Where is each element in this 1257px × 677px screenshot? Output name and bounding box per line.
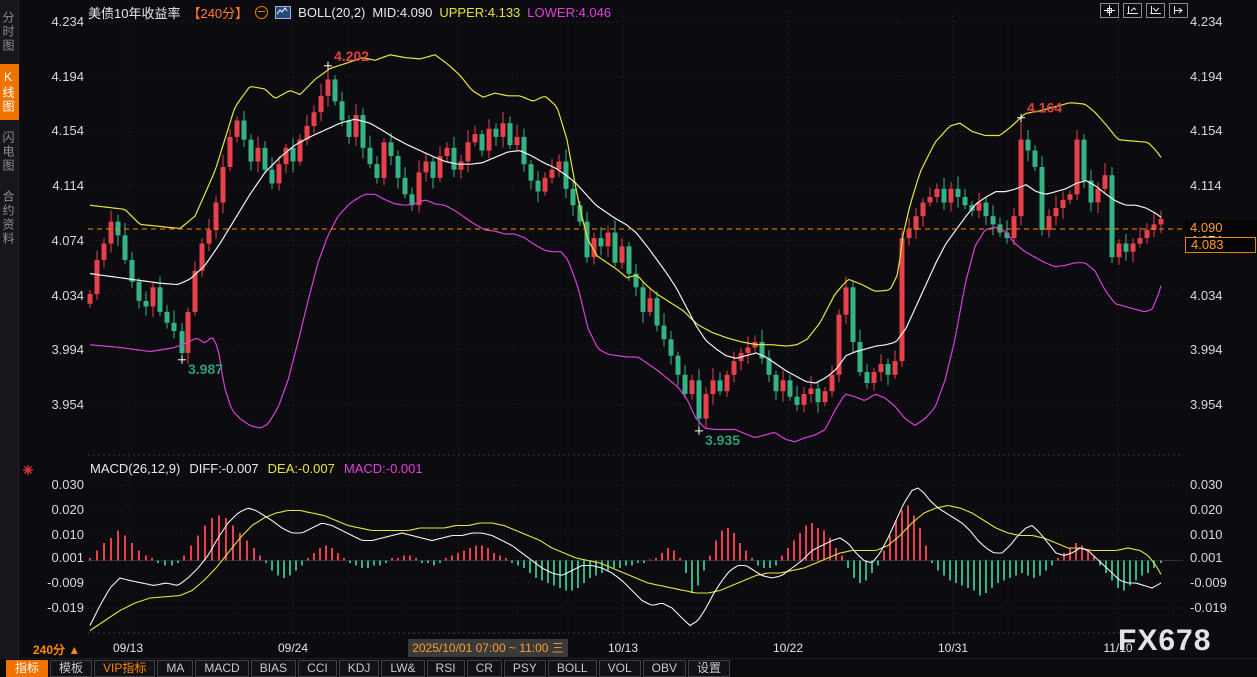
extreme-marker: 3.987: [178, 356, 223, 377]
macd-axis-label: -0.019: [1190, 601, 1250, 615]
macd-axis-label: 0.010: [1190, 528, 1250, 542]
price-axis-label: 4.034: [40, 289, 84, 303]
price-axis-label: 4.074: [40, 234, 84, 248]
toolbar-button-MACD[interactable]: MACD: [195, 660, 248, 677]
indicator-toolbar: 指标模板VIP指标MAMACDBIASCCIKDJLW&RSICRPSYBOLL…: [0, 658, 1257, 677]
period-label[interactable]: 【240分】: [187, 3, 248, 22]
instrument-title: 美债10年收益率: [88, 3, 180, 22]
toolbar-button-BOLL[interactable]: BOLL: [548, 660, 597, 677]
svg-text:4.164: 4.164: [1027, 100, 1062, 116]
macd-axis-label: 0.010: [40, 528, 84, 542]
price-axis-label: 4.234: [40, 15, 84, 29]
price-axis-label: 3.954: [1190, 398, 1250, 412]
toolbar-button-设置[interactable]: 设置: [688, 660, 730, 677]
date-label: 10/22: [773, 641, 803, 655]
toolbar-button-RSI[interactable]: RSI: [427, 660, 465, 677]
price-axis-label: 4.234: [1190, 15, 1250, 29]
axis-fit-right-icon[interactable]: [1146, 3, 1165, 18]
timeframe-label[interactable]: 240分 ▲: [33, 641, 80, 658]
toolbar-button-模板[interactable]: 模板: [50, 660, 92, 677]
macd-macd-value: MACD:-0.001: [344, 461, 423, 476]
toolbar-button-BIAS[interactable]: BIAS: [251, 660, 296, 677]
toolbar-button-VIP指标[interactable]: VIP指标: [94, 660, 155, 677]
quote-price-box: 4.083: [1185, 237, 1256, 253]
axis-fit-left-icon[interactable]: [1123, 3, 1142, 18]
toolbar-button-VOL[interactable]: VOL: [599, 660, 641, 677]
macd-axis-label: 0.001: [40, 551, 84, 565]
last-price-label: 4.090: [1185, 220, 1257, 236]
date-label: 09/13: [113, 641, 143, 655]
toolbar-button-OBV[interactable]: OBV: [643, 660, 686, 677]
date-label: 10/31: [938, 641, 968, 655]
date-label: 11/10: [1103, 641, 1132, 655]
chart-canvas[interactable]: 3.987 4.202 3.935 4.164: [0, 0, 1257, 677]
svg-text:3.987: 3.987: [188, 361, 223, 377]
svg-text:3.935: 3.935: [705, 432, 740, 448]
macd-axis-label: 0.001: [1190, 551, 1250, 565]
toolbar-button-指标[interactable]: 指标: [6, 660, 48, 677]
macd-diff-value: DIFF:-0.007: [189, 461, 258, 476]
chart-header: 美债10年收益率 【240分】 BOLL(20,2) MID:4.090 UPP…: [88, 4, 611, 20]
indicator-star-icon[interactable]: [22, 463, 34, 481]
boll-upper-value: UPPER:4.133: [439, 5, 520, 20]
sidebar-tab-0[interactable]: 分时图: [0, 5, 19, 59]
toolbar-button-CR[interactable]: CR: [467, 660, 502, 677]
price-axis-label: 3.994: [1190, 343, 1250, 357]
price-axis-label: 4.154: [40, 124, 84, 138]
crosshair-icon[interactable]: [1100, 3, 1119, 18]
boll-mid-value: MID:4.090: [372, 5, 432, 20]
price-axis-label: 4.194: [1190, 70, 1250, 84]
sidebar-tab-2[interactable]: 闪电图: [0, 125, 19, 179]
price-axis-label: 4.194: [40, 70, 84, 84]
price-axis-label: 4.114: [1190, 179, 1250, 193]
sidebar-tab-1[interactable]: K线图: [0, 64, 19, 120]
macd-axis-label: 0.030: [1190, 478, 1250, 492]
svg-text:4.202: 4.202: [334, 48, 369, 64]
macd-axis-label: -0.009: [1190, 576, 1250, 590]
macd-axis-label: 0.030: [40, 478, 84, 492]
macd-label: MACD(26,12,9): [90, 461, 180, 476]
settings-circle-icon[interactable]: [255, 6, 268, 19]
macd-axis-label: 0.020: [1190, 503, 1250, 517]
macd-axis-label: -0.019: [40, 601, 84, 615]
extreme-marker: 4.164: [1017, 100, 1062, 122]
price-axis-label: 4.114: [40, 179, 84, 193]
macd-dea-value: DEA:-0.007: [268, 461, 335, 476]
boll-label: BOLL(20,2): [298, 5, 365, 20]
toolbar-button-CCI[interactable]: CCI: [298, 660, 337, 677]
toolbar-button-MA[interactable]: MA: [157, 660, 193, 677]
toolbar-button-LW&[interactable]: LW&: [381, 660, 424, 677]
price-axis-label: 3.954: [40, 398, 84, 412]
extreme-marker: 4.202: [324, 48, 369, 70]
trading-terminal: 3.987 4.202 3.935 4.164 分时图 K线图闪电图合约资料 美债10年…: [0, 0, 1257, 677]
toolbar-button-KDJ[interactable]: KDJ: [339, 660, 380, 677]
mini-chart-icon[interactable]: [275, 6, 291, 19]
price-axis-label: 4.154: [1190, 124, 1250, 138]
sidebar-tab-3[interactable]: 合约资料: [0, 184, 19, 252]
price-axis-label: 3.994: [40, 343, 84, 357]
candlesticks: [88, 66, 1164, 431]
date-label: 09/24: [278, 641, 308, 655]
macd-axis-label: 0.020: [40, 503, 84, 517]
macd-header: MACD(26,12,9) DIFF:-0.007 DEA:-0.007 MAC…: [90, 461, 423, 476]
selected-candle-time: 2025/10/01 07:00 ~ 11:00 三: [408, 639, 568, 657]
chart-type-sidebar: 分时图 K线图闪电图合约资料: [0, 0, 19, 658]
price-axis-label: 4.034: [1190, 289, 1250, 303]
chart-tool-icons: [1100, 3, 1188, 18]
date-label: 10/13: [608, 641, 638, 655]
boll-lower-value: LOWER:4.046: [527, 5, 611, 20]
macd-axis-label: -0.009: [40, 576, 84, 590]
toolbar-button-PSY[interactable]: PSY: [504, 660, 546, 677]
axis-shift-icon[interactable]: [1169, 3, 1188, 18]
time-axis: 240分 ▲ 2025/10/01 07:00 ~ 11:00 三 09/13 0…: [19, 639, 1257, 658]
